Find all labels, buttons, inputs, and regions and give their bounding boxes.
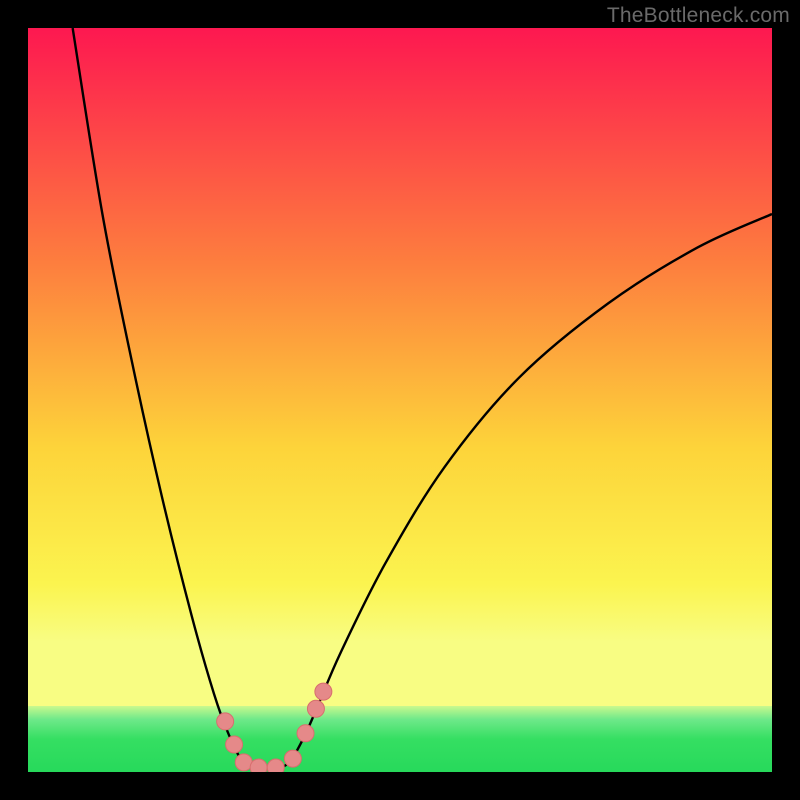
- curve-marker: [217, 713, 234, 730]
- heat-gradient: [28, 28, 772, 706]
- curve-marker: [297, 725, 314, 742]
- curve-marker: [315, 683, 332, 700]
- curve-marker: [267, 759, 284, 772]
- chart-frame: [28, 28, 772, 772]
- bottleneck-chart: [28, 28, 772, 772]
- curve-marker: [284, 750, 301, 767]
- curve-marker: [307, 700, 324, 717]
- green-band: [28, 706, 772, 772]
- watermark-text: TheBottleneck.com: [607, 4, 790, 28]
- curve-marker: [250, 759, 267, 772]
- curve-marker: [226, 736, 243, 753]
